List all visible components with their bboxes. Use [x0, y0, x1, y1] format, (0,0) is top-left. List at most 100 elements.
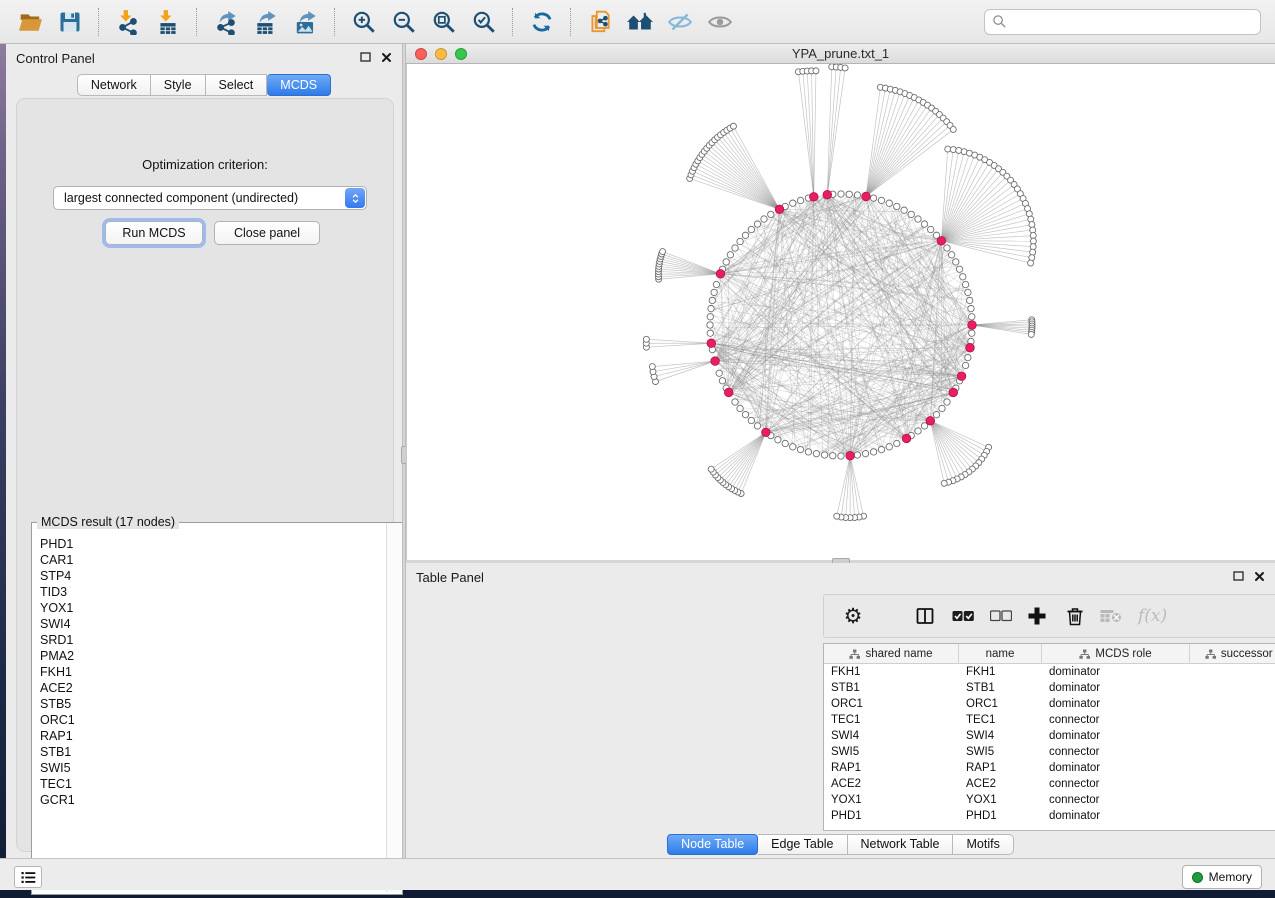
- mcds-result-item[interactable]: PHD1: [40, 536, 384, 552]
- table-row[interactable]: ACE2ACE2connector311: [824, 776, 1275, 792]
- mcds-result-item[interactable]: STB1: [40, 744, 384, 760]
- mcds-result-item[interactable]: PMA2: [40, 648, 384, 664]
- table-cell: TEC1: [959, 712, 1042, 728]
- table-panel: Table Panel ⚙ f(x) shar: [406, 563, 1275, 858]
- table-row[interactable]: RAP1RAP1dominator352: [824, 760, 1275, 776]
- mcds-list-scrollbar[interactable]: [386, 523, 401, 892]
- close-panel-icon[interactable]: [1254, 571, 1265, 582]
- float-panel-icon[interactable]: [1233, 571, 1244, 581]
- export-network-icon[interactable]: [211, 7, 241, 37]
- table-cell: 96: [1190, 664, 1275, 680]
- deselect-all-icon[interactable]: [984, 610, 1018, 622]
- table-cell: STB1: [824, 680, 959, 696]
- table-cell: connector: [1042, 712, 1190, 728]
- mcds-result-item[interactable]: SWI5: [40, 760, 384, 776]
- close-panel-button[interactable]: Close panel: [214, 221, 320, 245]
- mcds-result-item[interactable]: TEC1: [40, 776, 384, 792]
- search-input[interactable]: [1007, 14, 1260, 30]
- mcds-result-list[interactable]: PHD1CAR1STP4TID3YOX1SWI4SRD1PMA2FKH1ACE2…: [32, 536, 384, 892]
- import-network-icon[interactable]: [113, 7, 143, 37]
- show-columns-icon[interactable]: [908, 606, 942, 626]
- optimization-criterion-label: Optimization criterion:: [17, 157, 393, 172]
- table-panel-title: Table Panel: [416, 568, 1233, 585]
- table-cell: RAP1: [824, 760, 959, 776]
- refresh-icon[interactable]: [527, 7, 557, 37]
- network-window-titlebar[interactable]: YPA_prune.txt_1: [406, 44, 1275, 64]
- tab-network-table[interactable]: Network Table: [848, 834, 954, 855]
- network-view[interactable]: [406, 64, 1275, 560]
- mcds-result-item[interactable]: CAR1: [40, 552, 384, 568]
- mcds-result-item[interactable]: SWI4: [40, 616, 384, 632]
- table-cell: ORC1: [959, 696, 1042, 712]
- tab-node-table[interactable]: Node Table: [667, 834, 758, 855]
- tab-mcds[interactable]: MCDS: [267, 74, 331, 96]
- mcds-result-item[interactable]: YOX1: [40, 600, 384, 616]
- table-row[interactable]: ORC1ORC1dominator610: [824, 696, 1275, 712]
- table-cell: 35: [1190, 760, 1275, 776]
- zoom-out-icon[interactable]: [389, 7, 419, 37]
- zoom-fit-icon[interactable]: [429, 7, 459, 37]
- column-header-name[interactable]: name: [959, 644, 1042, 664]
- table-cell: dominator: [1042, 728, 1190, 744]
- tab-select[interactable]: Select: [206, 74, 268, 96]
- search-box[interactable]: [984, 9, 1261, 35]
- table-row[interactable]: TEC1TEC1connector472: [824, 712, 1275, 728]
- table-cell: connector: [1042, 744, 1190, 760]
- criterion-dropdown[interactable]: largest connected component (undirected): [53, 186, 367, 210]
- mcds-result-item[interactable]: STP4: [40, 568, 384, 584]
- table-settings-gear-icon[interactable]: ⚙: [836, 606, 870, 627]
- tab-network[interactable]: Network: [77, 74, 151, 96]
- function-builder-icon[interactable]: f(x): [1138, 606, 1167, 626]
- mcds-result-item[interactable]: TID3: [40, 584, 384, 600]
- table-cell: 46: [1190, 728, 1275, 744]
- table-row[interactable]: PHD1PHD1dominator180: [824, 808, 1275, 824]
- mcds-result-item[interactable]: FKH1: [40, 664, 384, 680]
- toolbar-separator: [334, 8, 336, 36]
- mcds-result-title: MCDS result (17 nodes): [37, 515, 179, 529]
- mcds-result-item[interactable]: SRD1: [40, 632, 384, 648]
- column-header-successor-nodes[interactable]: successor nodes: [1190, 644, 1275, 664]
- mcds-result-item[interactable]: ORC1: [40, 712, 384, 728]
- mcds-result-item[interactable]: ACE2: [40, 680, 384, 696]
- task-history-button[interactable]: [14, 866, 42, 888]
- hide-selected-icon[interactable]: [665, 7, 695, 37]
- table-cell: ACE2: [959, 776, 1042, 792]
- show-all-icon[interactable]: [705, 7, 735, 37]
- tab-edge-table[interactable]: Edge Table: [758, 834, 847, 855]
- mcds-result-item[interactable]: STB5: [40, 696, 384, 712]
- first-neighbors-icon[interactable]: [625, 7, 655, 37]
- float-panel-icon[interactable]: [360, 52, 371, 62]
- delete-column-icon[interactable]: [1058, 606, 1092, 626]
- table-cell: 18: [1190, 808, 1275, 824]
- import-table-icon[interactable]: [153, 7, 183, 37]
- table-row[interactable]: STB1STB1dominator620: [824, 680, 1275, 696]
- table-cell: 62: [1190, 680, 1275, 696]
- table-row[interactable]: SWI4SWI4dominator462: [824, 728, 1275, 744]
- delete-table-icon[interactable]: [1094, 609, 1128, 623]
- column-header-mcds-role[interactable]: MCDS role: [1042, 644, 1190, 664]
- column-header-shared-name[interactable]: shared name: [824, 644, 959, 664]
- mcds-result-item[interactable]: GCR1: [40, 792, 384, 808]
- tab-motifs[interactable]: Motifs: [953, 834, 1013, 855]
- export-table-icon[interactable]: [251, 7, 281, 37]
- zoom-selected-icon[interactable]: [469, 7, 499, 37]
- table-cell: dominator: [1042, 808, 1190, 824]
- memory-button[interactable]: Memory: [1182, 865, 1262, 889]
- table-row[interactable]: FKH1FKH1dominator962: [824, 664, 1275, 680]
- run-mcds-button[interactable]: Run MCDS: [105, 221, 203, 245]
- node-table: shared name name MCDS role successor nod…: [823, 643, 1275, 831]
- table-cell: STB1: [959, 680, 1042, 696]
- zoom-in-icon[interactable]: [349, 7, 379, 37]
- close-panel-icon[interactable]: [381, 52, 392, 63]
- save-icon[interactable]: [55, 7, 85, 37]
- tab-style[interactable]: Style: [151, 74, 206, 96]
- clone-network-icon[interactable]: [585, 7, 615, 37]
- table-row[interactable]: SWI5SWI5connector431: [824, 744, 1275, 760]
- export-image-icon[interactable]: [291, 7, 321, 37]
- mcds-result-item[interactable]: RAP1: [40, 728, 384, 744]
- add-column-icon[interactable]: [1020, 607, 1054, 625]
- table-row[interactable]: YOX1YOX1connector291: [824, 792, 1275, 808]
- open-folder-icon[interactable]: [15, 7, 45, 37]
- select-all-icon[interactable]: [946, 610, 980, 622]
- memory-label: Memory: [1209, 870, 1252, 884]
